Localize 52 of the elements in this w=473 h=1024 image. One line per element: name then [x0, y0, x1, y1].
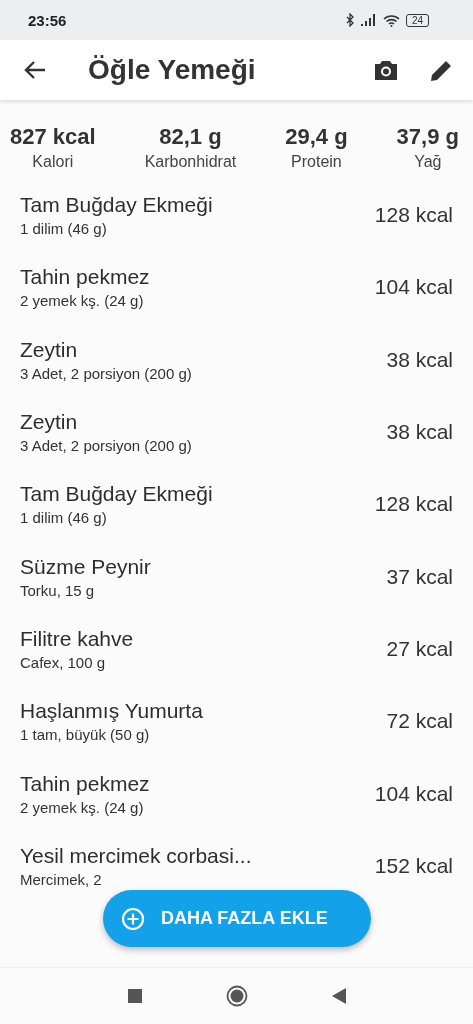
- food-calories: 104 kcal: [374, 275, 453, 300]
- bluetooth-icon: [345, 13, 355, 27]
- summary-value: 827 kcal: [10, 124, 96, 150]
- food-name: Tahin pekmez: [20, 771, 150, 796]
- food-portion: 1 tam, büyük (50 g): [20, 726, 151, 744]
- food-calories: 72 kcal: [386, 709, 453, 734]
- food-calories: 104 kcal: [374, 781, 453, 806]
- food-name: Zeytin: [20, 337, 79, 362]
- summary-value: 37,9 g: [396, 124, 459, 150]
- back-icon[interactable]: [331, 988, 346, 1004]
- food-calories: 38 kcal: [386, 420, 453, 445]
- home-icon[interactable]: [225, 985, 248, 1007]
- food-calories: 152 kcal: [374, 853, 453, 878]
- wifi-icon: [382, 13, 400, 27]
- summary-label: Protein: [291, 153, 342, 171]
- food-calories: 128 kcal: [374, 203, 453, 228]
- summary-label: Yağ: [414, 153, 442, 171]
- food-calories: 128 kcal: [374, 492, 453, 517]
- summary-value: 82,1 g: [159, 124, 222, 150]
- battery-indicator: 24: [405, 13, 429, 27]
- food-name: Tam Buğday Ekmeği: [20, 482, 213, 507]
- edit-pencil-icon[interactable]: [430, 58, 453, 82]
- food-portion: Mercimek, 2: [20, 870, 103, 888]
- add-more-button[interactable]: DAHA FAZLA EKLE: [103, 890, 371, 947]
- food-portion: Torku, 15 g: [20, 581, 96, 599]
- summary-value: 29,4 g: [285, 124, 348, 150]
- food-portion: Cafex, 100 g: [20, 653, 107, 671]
- food-calories: 27 kcal: [386, 636, 453, 661]
- food-name: Süzme Peynir: [20, 554, 151, 579]
- back-arrow-icon[interactable]: [24, 60, 46, 80]
- food-portion: 2 yemek kş. (24 g): [20, 798, 145, 816]
- food-portion: 1 dilim (46 g): [20, 220, 108, 238]
- food-name: Filitre kahve: [20, 626, 134, 651]
- food-name: Yesil mercimek corbasi...: [20, 843, 252, 868]
- food-name: Zeytin: [20, 410, 79, 435]
- plus-circle-icon: [121, 906, 145, 931]
- food-name: Tahin pekmez: [20, 265, 150, 290]
- summary-label: Karbonhidrat: [144, 153, 237, 171]
- recents-icon[interactable]: [127, 989, 142, 1003]
- food-name: Haşlanmış Yumurta: [20, 699, 203, 724]
- food-portion: 1 dilim (46 g): [20, 509, 108, 527]
- food-calories: 38 kcal: [386, 347, 453, 372]
- summary-label: Kalori: [32, 153, 74, 171]
- page-title: Öğle Yemeği: [88, 54, 257, 86]
- food-portion: 3 Adet, 2 porsiyon (200 g): [20, 437, 192, 455]
- signal-icon: [360, 14, 377, 26]
- food-calories: 37 kcal: [386, 564, 453, 589]
- food-portion: 3 Adet, 2 porsiyon (200 g): [20, 364, 192, 382]
- status-time: 23:56: [28, 11, 67, 29]
- camera-icon[interactable]: [373, 59, 399, 81]
- food-name: Tam Buğday Ekmeği: [20, 193, 213, 218]
- food-portion: 2 yemek kş. (24 g): [20, 292, 145, 310]
